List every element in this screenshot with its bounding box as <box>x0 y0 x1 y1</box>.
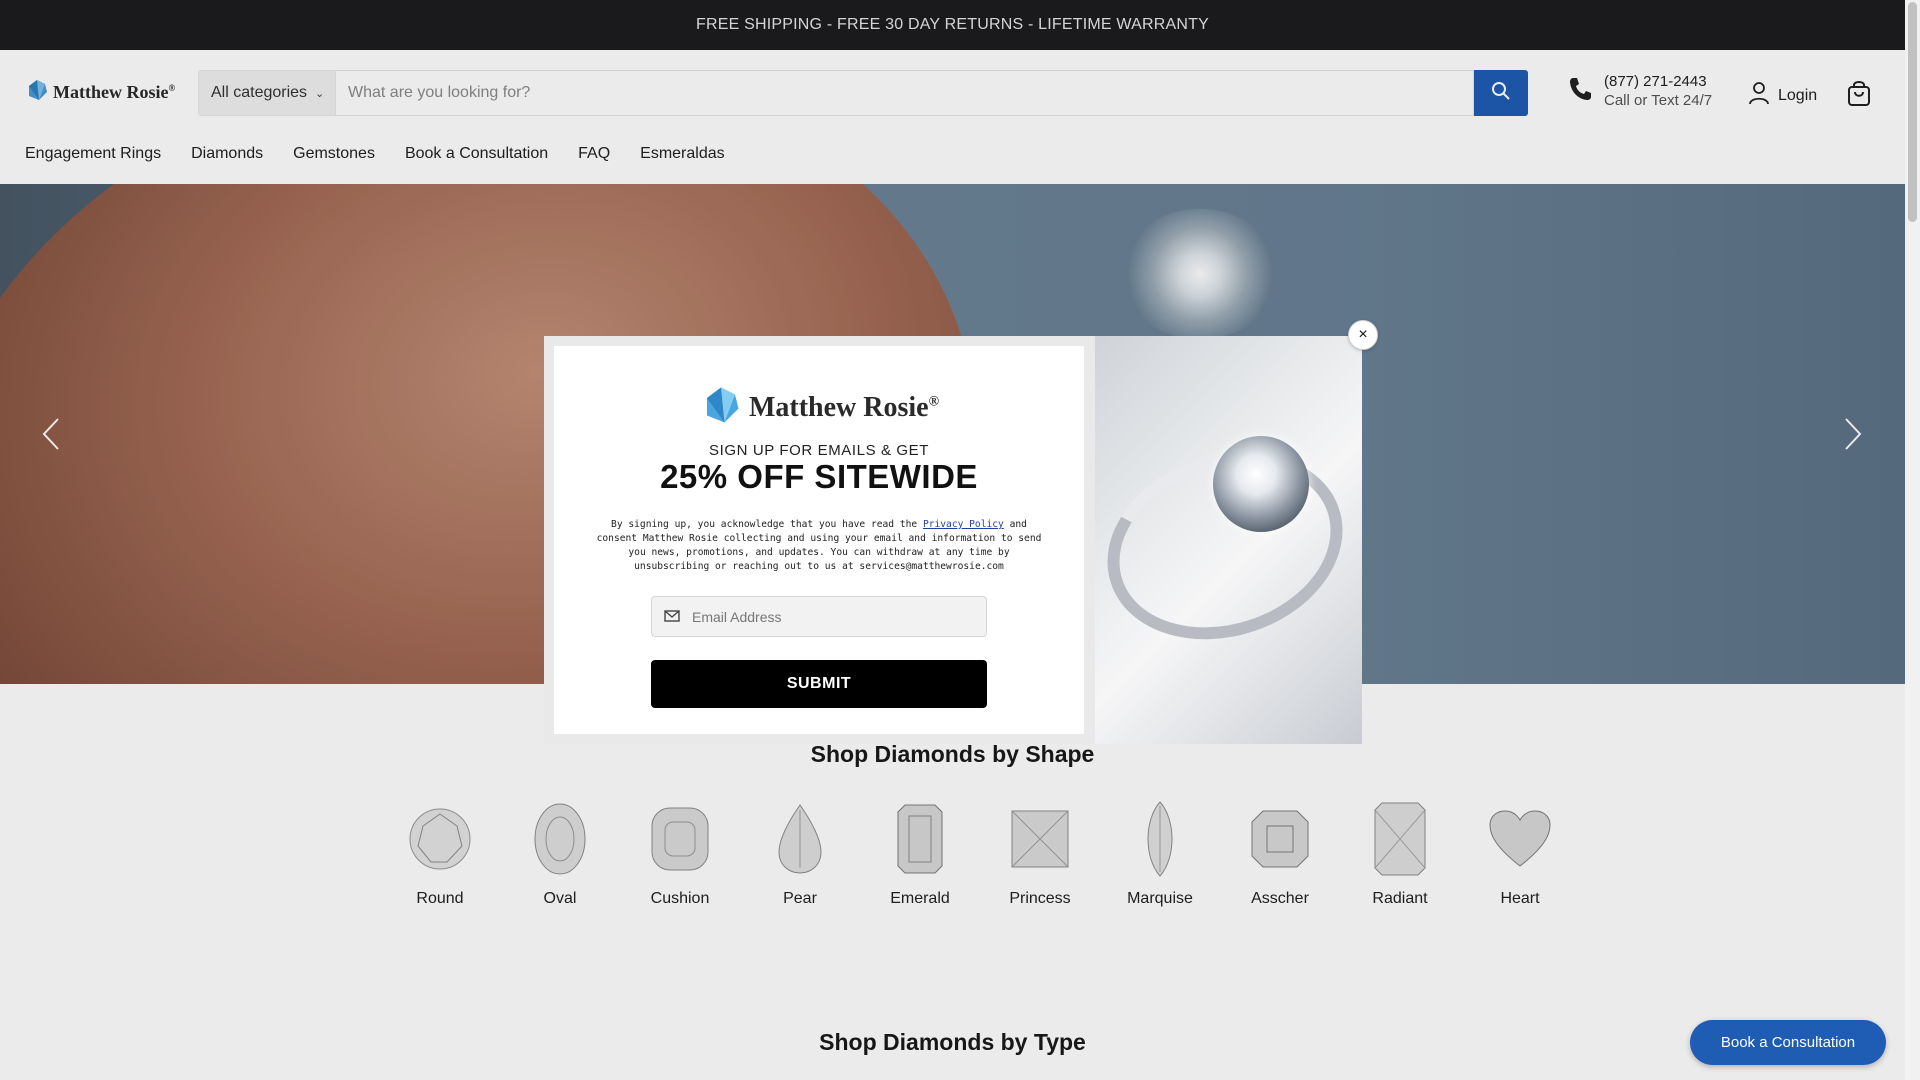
modal-legal-text: By signing up, you acknowledge that you … <box>589 518 1049 574</box>
modal-subtitle: SIGN UP FOR EMAILS & GET <box>709 442 929 459</box>
email-field[interactable]: Email Address <box>651 596 987 637</box>
ring-diamond-shape <box>1213 436 1309 532</box>
close-icon: × <box>1358 326 1368 343</box>
floating-book-consultation-button[interactable]: Book a Consultation <box>1690 1020 1886 1065</box>
modal-logo-registered: ® <box>928 394 940 410</box>
scrollbar-thumb[interactable] <box>1908 2 1917 222</box>
modal-logo: Matthew Rosie® <box>554 384 1084 431</box>
diamond-logo-icon <box>699 384 743 431</box>
email-placeholder: Email Address <box>692 608 782 625</box>
legal-text-pre: By signing up, you acknowledge that you … <box>611 519 923 530</box>
page-scrollbar[interactable] <box>1905 0 1920 1080</box>
modal-ring-image <box>1095 336 1362 744</box>
modal-headline: 25% OFF SITEWIDE <box>660 458 978 495</box>
close-modal-button[interactable]: × <box>1348 320 1378 350</box>
email-signup-modal: Matthew Rosie® SIGN UP FOR EMAILS & GET … <box>544 336 1362 744</box>
privacy-policy-link[interactable]: Privacy Policy <box>923 519 1004 530</box>
modal-content: Matthew Rosie® SIGN UP FOR EMAILS & GET … <box>554 346 1084 734</box>
modal-logo-text: Matthew Rosie <box>748 391 929 423</box>
legal-email: services@matthewrosie.com <box>859 561 1004 572</box>
mail-icon <box>664 609 680 625</box>
submit-button[interactable]: SUBMIT <box>651 660 987 708</box>
